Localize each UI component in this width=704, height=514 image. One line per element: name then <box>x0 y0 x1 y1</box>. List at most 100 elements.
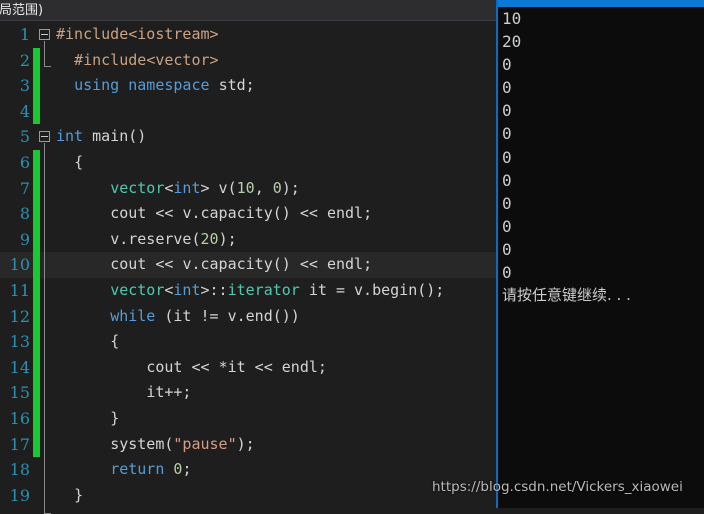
code-token: 0 <box>272 178 282 197</box>
scope-navigation-bar[interactable]: 全局范围) <box>0 0 496 21</box>
code-token: > <box>200 281 210 299</box>
code-token: std <box>218 76 246 95</box>
code-token: << <box>290 204 327 223</box>
code-token: } <box>110 409 120 427</box>
code-token: 20 <box>200 229 219 248</box>
code-token: ); <box>281 178 300 197</box>
line-change-indicator <box>33 47 40 74</box>
code-token: using <box>74 76 120 95</box>
line-number: 1 <box>19 25 30 44</box>
console-line: 0 <box>502 193 512 213</box>
scope-dropdown-label[interactable]: 全局范围) <box>0 1 43 20</box>
code-token: () <box>272 204 291 223</box>
line-change-indicator <box>33 329 40 355</box>
code-token: "pause" <box>173 434 237 453</box>
line-number: 8 <box>19 204 30 224</box>
code-line-text: } <box>56 406 119 432</box>
code-token: ; <box>363 204 373 223</box>
code-token: (); <box>417 281 445 299</box>
code-token: << <box>182 357 219 376</box>
code-token: system <box>110 434 165 453</box>
code-token: v.end <box>227 306 273 325</box>
code-line-text: while (it != v.end()) <box>56 304 300 330</box>
console-line: 0 <box>502 239 512 259</box>
line-number: 19 <box>9 485 30 505</box>
code-fold-collapse-icon[interactable] <box>39 131 50 143</box>
console-line: 0 <box>502 124 512 144</box>
code-token: <vector> <box>146 50 219 69</box>
code-token: namespace <box>128 76 210 95</box>
line-change-indicator <box>33 431 40 458</box>
line-number: 17 <box>9 434 30 454</box>
code-token: , <box>254 178 273 197</box>
code-line-text: return 0; <box>56 457 191 483</box>
code-token: v.capacity <box>182 204 273 223</box>
code-token: ; <box>245 76 255 95</box>
console-line: 0 <box>502 55 512 75</box>
line-number: 16 <box>9 409 30 428</box>
ide-window: 全局范围) 1#include<iostream>2 #include<vect… <box>0 0 704 514</box>
line-change-indicator <box>33 278 40 304</box>
code-line-text: cout << v.capacity() << endl; <box>56 201 372 227</box>
code-line-text: #include<vector> <box>56 48 219 74</box>
code-token: << <box>245 357 282 376</box>
console-line: 0 <box>502 101 512 121</box>
code-token: cout <box>110 204 147 223</box>
code-token: ); <box>218 229 237 248</box>
code-line-text: int main() <box>56 124 146 150</box>
code-token: v <box>209 178 228 197</box>
line-change-indicator <box>33 380 40 406</box>
console-line: 请按任意键继续. . . <box>502 286 631 305</box>
console-output-window[interactable]: 10 20 0 0 0 0 0 0 0 0 0 0 请按任意键继续. . . <box>496 0 704 508</box>
code-token: main <box>92 127 129 146</box>
code-line-text: cout << v.capacity() << endl; <box>56 252 372 278</box>
code-token: #include <box>74 50 147 69</box>
code-token: ++; <box>164 383 192 402</box>
code-token: () <box>272 255 291 274</box>
line-number: 10 <box>9 255 30 275</box>
code-token: != <box>200 306 228 325</box>
blog-watermark: https://blog.csdn.net/Vickers_xiaowei <box>432 479 683 495</box>
console-line: 0 <box>502 147 512 167</box>
code-token: ( <box>227 178 237 197</box>
line-number: 9 <box>19 229 30 249</box>
code-token: v.reserve <box>110 229 192 248</box>
code-line-text: cout << *it << endl; <box>56 355 327 381</box>
line-change-indicator <box>33 175 40 202</box>
console-line: 20 <box>502 32 522 52</box>
code-token: int <box>173 178 201 197</box>
line-change-indicator <box>33 252 40 278</box>
code-fold-guide <box>44 40 45 67</box>
line-number: 13 <box>9 332 30 352</box>
code-token: endl <box>281 357 318 376</box>
console-line: 0 <box>502 216 512 236</box>
code-token: :: <box>209 281 228 299</box>
line-change-indicator <box>33 150 40 176</box>
code-fold-collapse-icon[interactable] <box>39 29 50 40</box>
line-number: 12 <box>9 306 30 326</box>
line-number: 18 <box>9 460 30 480</box>
code-line-text: { <box>56 150 83 176</box>
code-token: endl <box>326 204 364 223</box>
code-line-text: v.reserve(20); <box>56 227 237 253</box>
code-line-text: vector<int>::iterator it = v.begin(); <box>56 278 444 304</box>
code-token: iterator <box>227 281 300 299</box>
code-line-text: using namespace std; <box>56 73 255 99</box>
code-line-text: } <box>56 483 83 509</box>
line-number: 6 <box>19 153 30 172</box>
line-number: 5 <box>19 127 30 147</box>
console-title-bar[interactable] <box>498 0 704 7</box>
code-line-text: system("pause"); <box>56 432 255 458</box>
line-number: 3 <box>19 76 30 96</box>
line-change-indicator <box>33 98 40 125</box>
